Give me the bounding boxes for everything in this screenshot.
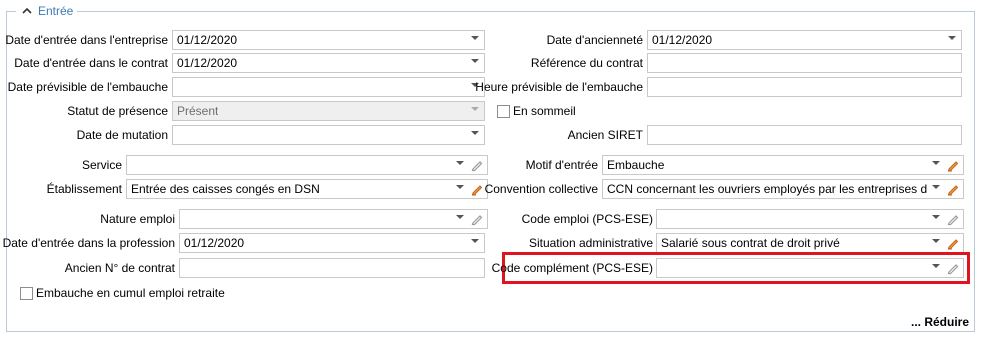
nature-emploi-label: Nature emploi xyxy=(100,212,175,226)
date-entree-contrat-field[interactable]: 01/12/2020 xyxy=(172,53,485,73)
convention-collective-label: Convention collective xyxy=(484,182,598,196)
pencil-edit-icon[interactable] xyxy=(946,261,960,275)
date-anciennete-field[interactable]: 01/12/2020 xyxy=(647,30,962,50)
code-emploi-field[interactable] xyxy=(656,209,964,229)
heure-previsible-label: Heure prévisible de l'embauche xyxy=(475,80,643,94)
dropdown-arrow-icon[interactable] xyxy=(456,185,464,189)
pencil-edit-icon[interactable] xyxy=(470,182,484,196)
code-complement-field[interactable] xyxy=(656,258,964,278)
date-entree-entreprise-field[interactable]: 01/12/2020 xyxy=(172,30,485,50)
etablissement-field[interactable]: Entrée des caisses congés en DSN xyxy=(126,179,488,199)
heure-previsible-field[interactable] xyxy=(647,77,962,97)
reduce-link[interactable]: ... Réduire xyxy=(911,315,969,329)
situation-administrative-value: Salarié sous contrat de droit privé xyxy=(661,236,840,250)
dropdown-arrow-icon[interactable] xyxy=(456,161,464,165)
code-emploi-label: Code emploi (PCS-ESE) xyxy=(521,212,653,226)
date-previsible-embauche-label: Date prévisible de l'embauche xyxy=(7,80,168,94)
ancien-siret-label: Ancien SIRET xyxy=(567,128,643,142)
dropdown-arrow-icon[interactable] xyxy=(471,239,479,243)
dropdown-arrow-icon[interactable] xyxy=(471,59,479,63)
dropdown-arrow-icon[interactable] xyxy=(471,131,479,135)
situation-administrative-label: Situation administrative xyxy=(528,236,653,250)
date-mutation-label: Date de mutation xyxy=(76,128,168,142)
convention-collective-field[interactable]: CCN concernant les ouvriers employés par… xyxy=(602,179,964,199)
reference-contrat-field[interactable] xyxy=(647,53,962,73)
embauche-cumul-checkbox[interactable] xyxy=(20,287,33,300)
embauche-cumul-label: Embauche en cumul emploi retraite xyxy=(36,286,225,300)
pencil-edit-icon[interactable] xyxy=(946,182,960,196)
chevron-up-icon[interactable] xyxy=(20,4,34,18)
date-entree-profession-field[interactable]: 01/12/2020 xyxy=(179,233,485,253)
ancien-siret-field[interactable] xyxy=(647,125,962,145)
motif-entree-label: Motif d'entrée xyxy=(525,158,598,172)
etablissement-label: Établissement xyxy=(46,182,122,196)
date-anciennete-label: Date d'ancienneté xyxy=(546,33,643,47)
reference-contrat-label: Référence du contrat xyxy=(530,56,643,70)
date-entree-profession-label: Date d'entrée dans la profession xyxy=(2,236,175,250)
dropdown-arrow-icon[interactable] xyxy=(932,215,940,219)
en-sommeil-label: En sommeil xyxy=(513,104,576,118)
motif-entree-value: Embauche xyxy=(607,158,665,172)
date-mutation-field[interactable] xyxy=(172,125,485,145)
date-entree-entreprise-value: 01/12/2020 xyxy=(177,33,238,47)
dropdown-arrow-icon[interactable] xyxy=(932,264,940,268)
section-title: Entrée xyxy=(38,4,74,18)
dropdown-arrow-icon xyxy=(471,107,479,111)
dropdown-arrow-icon[interactable] xyxy=(932,161,940,165)
convention-collective-value: CCN concernant les ouvriers employés par… xyxy=(607,182,927,196)
nature-emploi-field[interactable] xyxy=(179,209,488,229)
section-header[interactable]: Entrée xyxy=(16,3,78,19)
motif-entree-field[interactable]: Embauche xyxy=(602,155,964,175)
dropdown-arrow-icon[interactable] xyxy=(456,215,464,219)
pencil-edit-icon[interactable] xyxy=(946,158,960,172)
pencil-edit-icon[interactable] xyxy=(470,158,484,172)
dropdown-arrow-icon[interactable] xyxy=(471,36,479,40)
situation-administrative-field[interactable]: Salarié sous contrat de droit privé xyxy=(656,233,964,253)
en-sommeil-checkbox[interactable] xyxy=(497,105,510,118)
date-previsible-embauche-field[interactable] xyxy=(172,77,485,97)
pencil-edit-icon[interactable] xyxy=(946,212,960,226)
service-label: Service xyxy=(81,158,122,172)
code-complement-label: Code complément (PCS-ESE) xyxy=(491,261,653,275)
statut-presence-value: Présent xyxy=(177,104,219,118)
date-entree-entreprise-label: Date d'entrée dans l'entreprise xyxy=(5,33,168,47)
date-entree-profession-value: 01/12/2020 xyxy=(184,236,245,250)
date-entree-contrat-label: Date d'entrée dans le contrat xyxy=(14,56,168,70)
dropdown-arrow-icon[interactable] xyxy=(932,239,940,243)
ancien-num-contrat-field[interactable] xyxy=(179,258,485,278)
pencil-edit-icon[interactable] xyxy=(946,236,960,250)
pencil-edit-icon[interactable] xyxy=(470,212,484,226)
date-entree-contrat-value: 01/12/2020 xyxy=(177,56,238,70)
statut-presence-field: Présent xyxy=(172,101,485,121)
statut-presence-label: Statut de présence xyxy=(67,104,168,118)
etablissement-value: Entrée des caisses congés en DSN xyxy=(131,182,320,196)
date-anciennete-value: 01/12/2020 xyxy=(652,33,713,47)
dropdown-arrow-icon[interactable] xyxy=(932,185,940,189)
ancien-num-contrat-label: Ancien N° de contrat xyxy=(64,261,175,275)
service-field[interactable] xyxy=(126,155,488,175)
dropdown-arrow-icon[interactable] xyxy=(948,36,956,40)
